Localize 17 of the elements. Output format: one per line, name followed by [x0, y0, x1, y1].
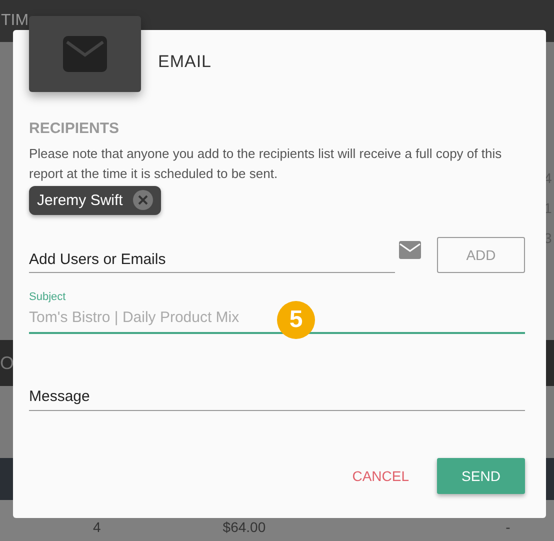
band-text: O	[0, 352, 14, 374]
table-cell: -	[506, 519, 510, 535]
recipient-name: Jeremy Swift	[37, 192, 123, 208]
note-text: Please note that anyone you add to the recipients list will receive a full copy of this report at the time it is scheduled to be sent.	[29, 145, 503, 183]
envelope-icon	[63, 36, 107, 72]
dialog-title: EMAIL	[158, 52, 212, 72]
send-button[interactable]: SEND	[437, 458, 525, 494]
header-text: TIM	[1, 12, 29, 30]
remove-icon[interactable]	[132, 190, 153, 210]
table-cell: 4	[93, 519, 101, 535]
cancel-button[interactable]: CANCEL	[352, 464, 409, 488]
section-heading: RECIPIENTS	[29, 120, 120, 137]
recipient-chip[interactable]: Jeremy Swift	[29, 186, 161, 215]
envelope-icon	[399, 241, 421, 259]
field-label: Subject	[29, 291, 66, 303]
message-field[interactable]: Message	[29, 384, 525, 410]
table-cell: $64.00	[222, 519, 266, 535]
